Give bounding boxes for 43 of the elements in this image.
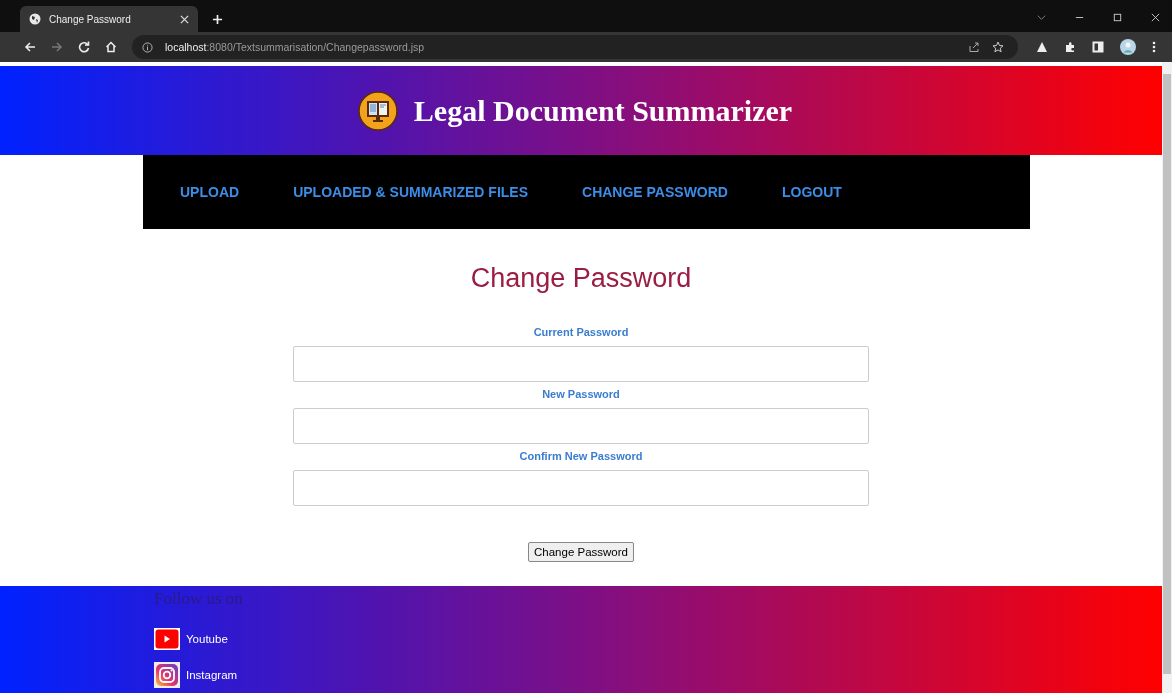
footer-link[interactable]: Instagram (186, 669, 238, 681)
url-text: localhost:8080/Textsummarisation/Changepassword.jsp (165, 41, 425, 53)
site-title: Legal Document Summarizer (413, 93, 793, 128)
tab-title: Change Password (49, 13, 132, 25)
field-label: Current Password (533, 326, 629, 338)
camera-icon[interactable] (154, 662, 180, 688)
close-icon[interactable] (1150, 12, 1161, 23)
chevron-down-icon[interactable] (1036, 12, 1047, 23)
password-field[interactable] (293, 470, 869, 506)
mountain-icon[interactable] (1036, 41, 1048, 53)
scrollbar-thumb[interactable] (1163, 74, 1171, 674)
forward-arrow-icon[interactable] (51, 41, 63, 53)
share-icon[interactable] (968, 41, 980, 53)
monitor-logo-icon (357, 90, 398, 131)
address-field[interactable]: localhost:8080/Textsummarisation/Changepassword.jsp (132, 35, 1018, 59)
back-arrow-icon[interactable] (24, 41, 36, 53)
sidebar-icon[interactable] (1092, 41, 1104, 53)
plus-icon[interactable] (212, 14, 223, 25)
nav-link[interactable]: UPLOADED & SUMMARIZED FILES (293, 184, 528, 200)
info-icon (142, 41, 153, 53)
home-icon[interactable] (105, 41, 117, 53)
maximize-icon[interactable] (1112, 12, 1123, 23)
star-icon[interactable] (992, 41, 1004, 53)
password-field[interactable] (293, 408, 869, 444)
page-heading: Change Password (470, 263, 692, 294)
nav-link[interactable]: UPLOAD (180, 184, 240, 200)
nav-link[interactable]: LOGOUT (782, 184, 842, 200)
field-label: Confirm New Password (519, 450, 643, 462)
browser-tab[interactable]: Change Password (20, 6, 198, 32)
puzzle-icon[interactable] (1064, 41, 1076, 53)
nav-link[interactable]: CHANGE PASSWORD (582, 184, 728, 200)
play-button-icon[interactable] (154, 628, 180, 650)
reload-icon[interactable] (78, 41, 90, 53)
password-field[interactable] (293, 346, 869, 382)
scrollbar[interactable] (1162, 62, 1172, 693)
field-label: New Password (542, 388, 620, 400)
footer-link[interactable]: Youtube (186, 633, 228, 645)
footer-heading: Follow us on (154, 589, 244, 609)
globe-icon (29, 13, 41, 25)
change-password-button[interactable]: Change Password (528, 542, 634, 562)
close-icon[interactable] (180, 14, 189, 24)
avatar-icon[interactable] (1120, 39, 1136, 55)
menu-icon[interactable] (1152, 41, 1156, 53)
